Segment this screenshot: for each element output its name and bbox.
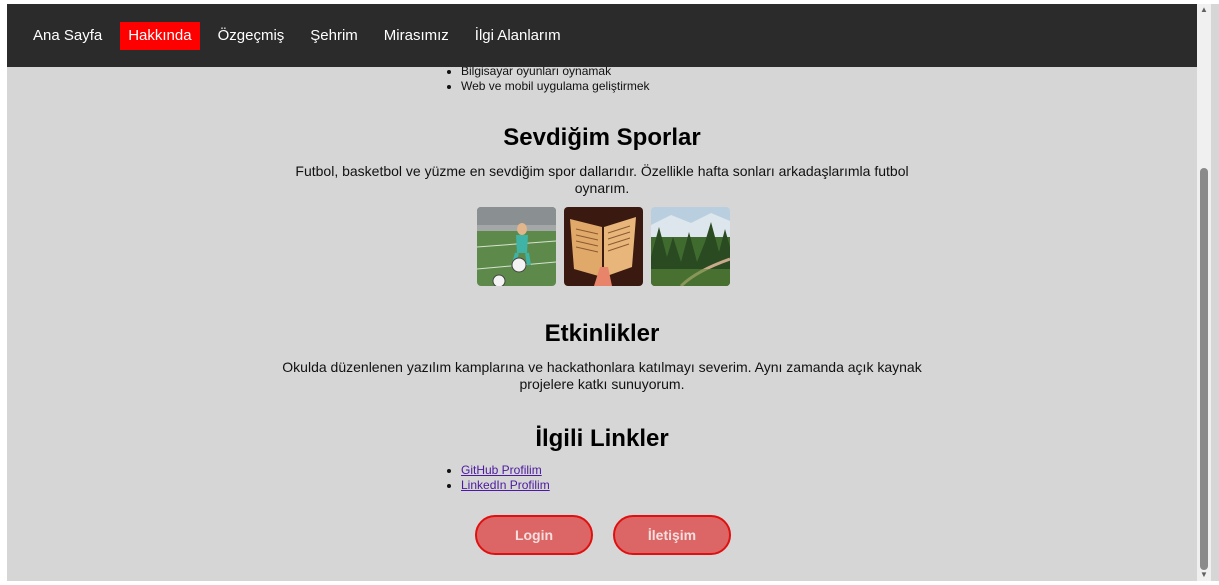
contact-button[interactable]: İletişim: [613, 515, 731, 555]
scroll-down-icon[interactable]: ▼: [1200, 571, 1208, 579]
window-frame-left: [0, 0, 7, 585]
football-photo: [477, 207, 556, 286]
list-item: LinkedIn Profilim: [461, 478, 550, 493]
window-frame-bottom: [0, 581, 1219, 585]
sports-text: Futbol, basketbol ve yüzme en sevdiğim s…: [295, 163, 909, 196]
navbar: Ana Sayfa Hakkında Özgeçmiş Şehrim Miras…: [7, 4, 1197, 67]
login-button[interactable]: Login: [475, 515, 593, 555]
activities-text: Okulda düzenlenen yazılım kamplarına ve …: [282, 359, 922, 392]
nav-item-sehrim[interactable]: Şehrim: [302, 22, 366, 50]
list-item: GitHub Profilim: [461, 463, 550, 478]
links-list: GitHub Profilim LinkedIn Profilim: [447, 463, 550, 493]
nav-item-mirasimiz[interactable]: Mirasımız: [376, 22, 457, 50]
scroll-thumb[interactable]: [1200, 168, 1208, 570]
nav-item-ilgi-alanlarim[interactable]: İlgi Alanlarım: [467, 22, 569, 50]
book-photo: [564, 207, 643, 286]
forest-photo: [651, 207, 730, 286]
page: Bilgisayar oyunları oynamak Web ve mobil…: [7, 4, 1197, 581]
nav-item-hakkinda[interactable]: Hakkında: [120, 21, 200, 50]
list-item: Web ve mobil uygulama geliştirmek: [461, 79, 650, 94]
vertical-scrollbar[interactable]: ▲ ▼: [1197, 4, 1211, 581]
nav-list: Ana Sayfa Hakkında Özgeçmiş Şehrim Miras…: [7, 4, 1197, 67]
nav-item-ana-sayfa[interactable]: Ana Sayfa: [25, 22, 110, 50]
github-link[interactable]: GitHub Profilim: [461, 463, 542, 477]
scroll-up-icon[interactable]: ▲: [1200, 6, 1208, 14]
activities-heading: Etkinlikler: [544, 320, 660, 347]
photo-gallery: [477, 207, 730, 286]
hobbies-list: Bilgisayar oyunları oynamak Web ve mobil…: [447, 64, 650, 94]
linkedin-link[interactable]: LinkedIn Profilim: [461, 478, 550, 492]
sports-heading: Sevdiğim Sporlar: [503, 124, 701, 151]
links-heading: İlgili Linkler: [535, 425, 669, 452]
nav-item-ozgecmis[interactable]: Özgeçmiş: [210, 22, 293, 50]
